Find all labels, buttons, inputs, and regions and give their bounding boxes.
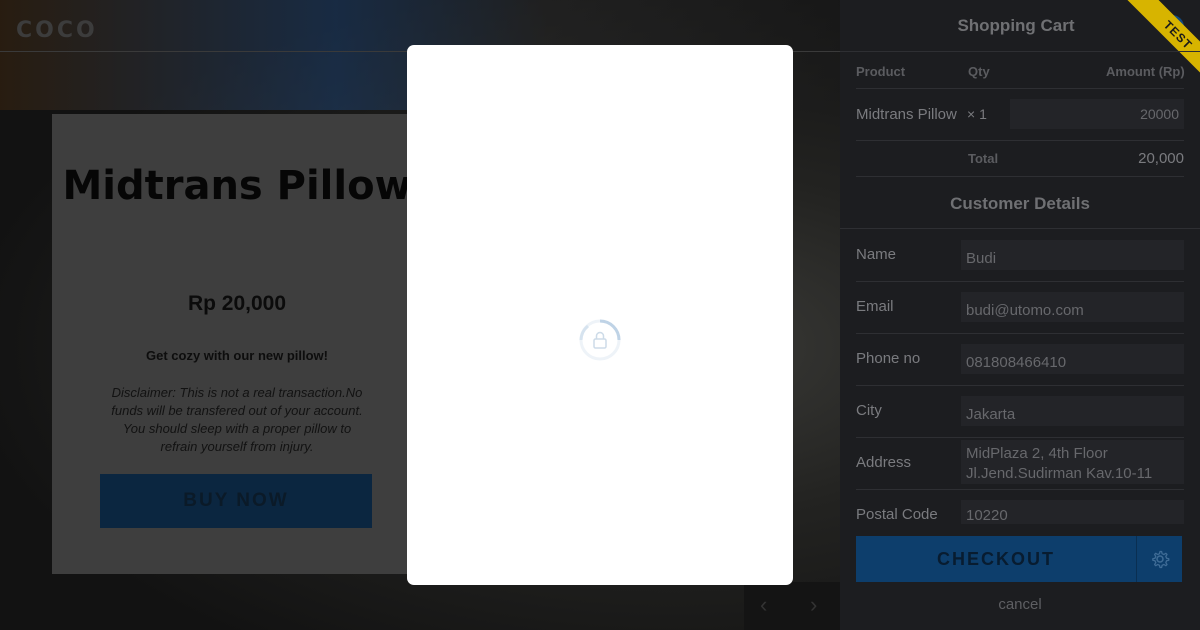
- payment-modal: [407, 45, 793, 585]
- divider: [856, 437, 1184, 438]
- settings-button[interactable]: [1136, 536, 1182, 582]
- item-qty: × 1: [967, 106, 987, 122]
- address-line-1: MidPlaza 2, 4th Floor: [966, 445, 1108, 462]
- city-field[interactable]: [961, 396, 1184, 426]
- buy-now-button[interactable]: BUY NOW: [100, 474, 372, 528]
- column-header-amount: Amount (Rp): [1106, 64, 1185, 79]
- carousel-nav: [744, 582, 840, 630]
- total-label: Total: [968, 151, 999, 166]
- address-field[interactable]: MidPlaza 2, 4th Floor Jl.Jend.Sudirman K…: [961, 440, 1184, 484]
- gear-icon: [1152, 550, 1170, 569]
- cart-panel: Shopping Cart 1 TEST Product Qty Amount …: [840, 0, 1200, 630]
- divider: [856, 333, 1184, 334]
- checkout-button[interactable]: CHECKOUT: [856, 536, 1136, 582]
- lock-spinner-icon: [579, 319, 621, 361]
- divider: [856, 489, 1184, 490]
- divider: [856, 385, 1184, 386]
- product-title: Midtrans Pillow: [62, 163, 412, 209]
- postal-code-label: Postal Code: [856, 506, 938, 523]
- cart-title: Shopping Cart: [957, 16, 1075, 35]
- email-field[interactable]: [961, 292, 1184, 322]
- address-line-2: Jl.Jend.Sudirman Kav.10-11: [966, 465, 1153, 482]
- total-value: 20,000: [1138, 150, 1184, 167]
- chevron-left-icon[interactable]: ‹: [760, 592, 767, 618]
- column-header-product: Product: [856, 64, 906, 79]
- divider: [856, 176, 1184, 177]
- divider: [856, 140, 1184, 141]
- column-header-qty: Qty: [968, 64, 990, 79]
- product-tagline: Get cozy with our new pillow!: [145, 348, 328, 363]
- item-name: Midtrans Pillow: [856, 106, 957, 123]
- item-amount: 20000: [1010, 99, 1184, 129]
- divider: [856, 88, 1184, 89]
- phone-label: Phone no: [856, 350, 921, 367]
- city-label: City: [856, 402, 882, 419]
- name-label: Name: [856, 246, 897, 263]
- cancel-link[interactable]: cancel: [840, 596, 1200, 613]
- product-price: Rp 20,000: [187, 292, 287, 315]
- customer-details-title: Customer Details: [950, 194, 1090, 213]
- divider: [856, 281, 1184, 282]
- brand-logo[interactable]: COCO: [16, 18, 98, 43]
- product-disclaimer: Disclaimer: This is not a real transacti…: [111, 385, 363, 454]
- address-label: Address: [856, 454, 912, 471]
- divider: [840, 51, 1200, 52]
- chevron-right-icon[interactable]: ›: [810, 592, 817, 618]
- email-label: Email: [856, 298, 894, 315]
- divider: [840, 228, 1200, 229]
- test-ribbon: TEST: [1113, 0, 1200, 100]
- phone-field[interactable]: [961, 344, 1184, 374]
- name-field[interactable]: [961, 240, 1184, 270]
- postal-code-field[interactable]: [961, 500, 1184, 524]
